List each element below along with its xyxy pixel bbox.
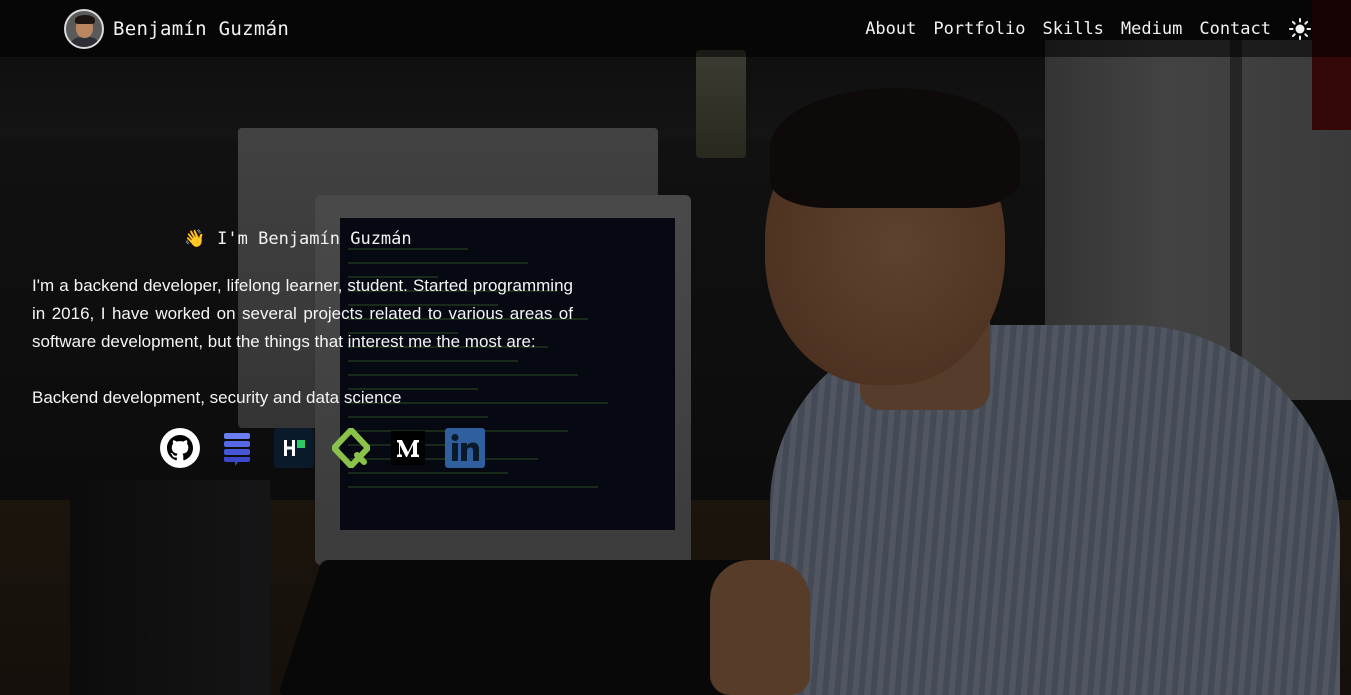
hero-focus-areas: Backend development, security and data s… bbox=[32, 388, 402, 407]
hackerrank-icon[interactable] bbox=[274, 428, 314, 468]
hero-greeting: 👋 I'm Benjamín Guzmán bbox=[184, 229, 412, 249]
nav-item-medium[interactable]: Medium bbox=[1121, 19, 1182, 39]
sun-icon[interactable] bbox=[1289, 17, 1311, 40]
nav-item-skills[interactable]: Skills bbox=[1043, 19, 1104, 39]
stack-icon[interactable] bbox=[217, 428, 257, 468]
hero-greeting-text: I'm Benjamín Guzmán bbox=[217, 229, 412, 249]
hero-bio: I'm a backend developer, lifelong learne… bbox=[32, 276, 573, 351]
nav-item-portfolio[interactable]: Portfolio bbox=[933, 19, 1025, 39]
brand[interactable]: Benjamín Guzmán bbox=[64, 9, 289, 49]
avatar bbox=[64, 9, 104, 49]
social-links bbox=[160, 428, 502, 468]
green-diamond-icon[interactable] bbox=[331, 428, 371, 468]
nav-item-contact[interactable]: Contact bbox=[1199, 19, 1271, 39]
navbar: Benjamín Guzmán About Portfolio Skills M… bbox=[0, 0, 1351, 57]
brand-name[interactable]: Benjamín Guzmán bbox=[113, 18, 289, 40]
waving-hand-icon: 👋 bbox=[184, 229, 206, 249]
github-icon[interactable] bbox=[160, 428, 200, 468]
nav-menu: About Portfolio Skills Medium Contact bbox=[848, 0, 1311, 57]
medium-icon[interactable] bbox=[388, 428, 428, 468]
linkedin-icon[interactable] bbox=[445, 428, 485, 468]
nav-item-about[interactable]: About bbox=[865, 19, 916, 39]
